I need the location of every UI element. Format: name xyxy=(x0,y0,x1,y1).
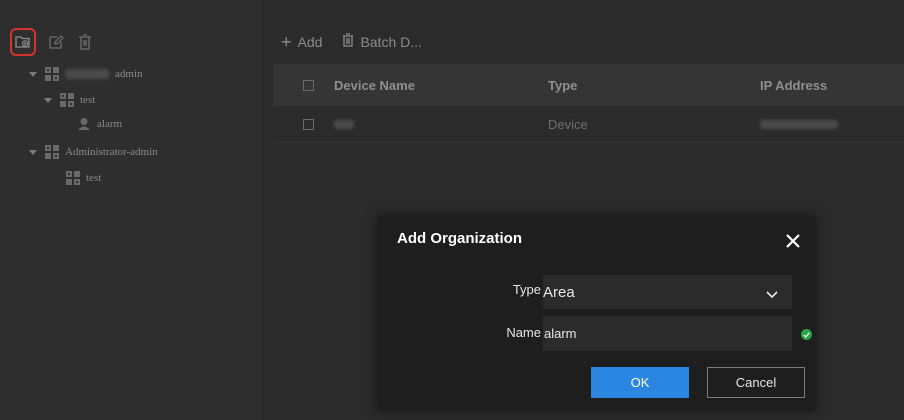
column-header-ip-address[interactable]: IP Address xyxy=(760,78,904,93)
plus-icon: + xyxy=(281,31,292,52)
type-select-value: Area xyxy=(543,283,575,301)
cancel-button[interactable]: Cancel xyxy=(707,367,805,398)
select-all-checkbox[interactable] xyxy=(303,79,314,91)
table-header: Device Name Type IP Address xyxy=(273,64,904,106)
type-label: Type xyxy=(512,282,541,297)
tree-node-alarm[interactable]: alarm xyxy=(77,114,122,134)
name-input[interactable]: alarm xyxy=(543,316,792,351)
tree-node-administrator-admin[interactable]: Administrator-admin xyxy=(29,142,158,162)
user-icon xyxy=(77,117,91,131)
device-toolbar: + Add Batch D... xyxy=(281,31,422,52)
name-label: Name xyxy=(506,325,541,340)
organization-icon xyxy=(66,171,80,185)
tree-node-admin[interactable]: admin xyxy=(29,64,143,84)
delete-icon xyxy=(342,33,354,50)
type-select[interactable]: Area xyxy=(543,275,792,309)
organization-icon xyxy=(60,93,74,107)
organization-sidebar: admin test alarm Administrator-admin tes… xyxy=(0,0,263,420)
redacted-text xyxy=(334,119,354,129)
tree-node-label: test xyxy=(80,94,96,106)
ip-address-cell xyxy=(760,117,904,132)
expand-caret-icon[interactable] xyxy=(29,71,37,77)
batch-delete-button[interactable]: Batch D... xyxy=(342,33,422,50)
expand-caret-icon[interactable] xyxy=(29,149,37,155)
tree-node-label: test xyxy=(86,172,102,184)
expand-caret-icon[interactable] xyxy=(44,97,52,103)
add-organization-dialog: Add Organization Type Area Name alarm OK… xyxy=(377,216,816,411)
tree-node-test[interactable]: test xyxy=(44,90,95,110)
device-type-cell: Device xyxy=(548,116,588,132)
delete-icon[interactable] xyxy=(72,28,98,56)
organization-icon xyxy=(45,67,59,81)
tree-node-label: admin xyxy=(115,68,143,80)
batch-delete-label: Batch D... xyxy=(360,33,422,50)
device-name-cell xyxy=(334,117,548,132)
add-button[interactable]: + Add xyxy=(281,31,323,52)
table-row[interactable]: Device xyxy=(273,106,904,143)
name-input-value: alarm xyxy=(544,326,577,341)
add-label: Add xyxy=(297,33,323,50)
row-checkbox[interactable] xyxy=(303,118,314,130)
organization-icon xyxy=(45,145,59,159)
tree-node-test-2[interactable]: test xyxy=(66,168,101,188)
valid-check-icon xyxy=(801,329,812,340)
redacted-text xyxy=(760,119,838,129)
add-organization-icon[interactable] xyxy=(10,28,36,56)
tree-node-label: Administrator-admin xyxy=(65,146,158,158)
column-header-device-name[interactable]: Device Name xyxy=(334,78,548,93)
sidebar-toolbar xyxy=(10,28,250,58)
edit-icon[interactable] xyxy=(43,28,69,56)
redacted-text xyxy=(65,69,109,79)
chevron-down-icon xyxy=(766,286,778,303)
close-icon[interactable] xyxy=(784,232,802,250)
device-table: Device Name Type IP Address Device xyxy=(273,64,904,143)
column-header-type[interactable]: Type xyxy=(548,78,760,93)
ok-button[interactable]: OK xyxy=(591,367,689,398)
tree-node-label: alarm xyxy=(97,118,123,130)
dialog-title: Add Organization xyxy=(397,230,522,247)
